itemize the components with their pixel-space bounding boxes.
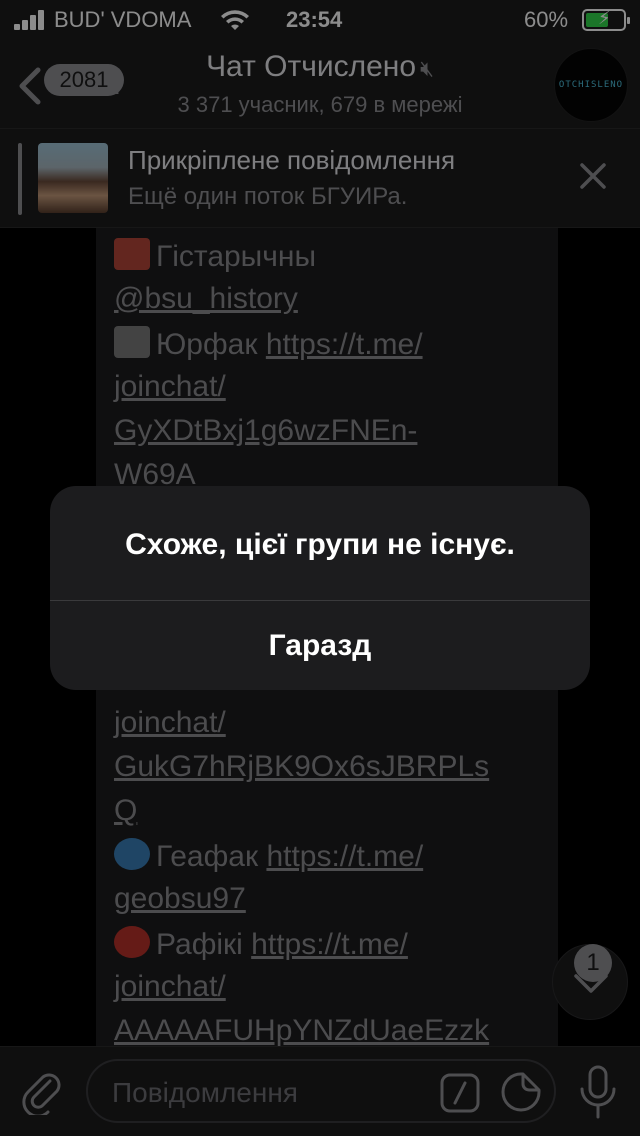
alert-dialog: Схоже, цієї групи не існує. Гаразд (50, 486, 590, 690)
alert-message: Схоже, цієї групи не існує. (125, 528, 515, 561)
ok-button[interactable]: Гаразд (50, 601, 590, 690)
